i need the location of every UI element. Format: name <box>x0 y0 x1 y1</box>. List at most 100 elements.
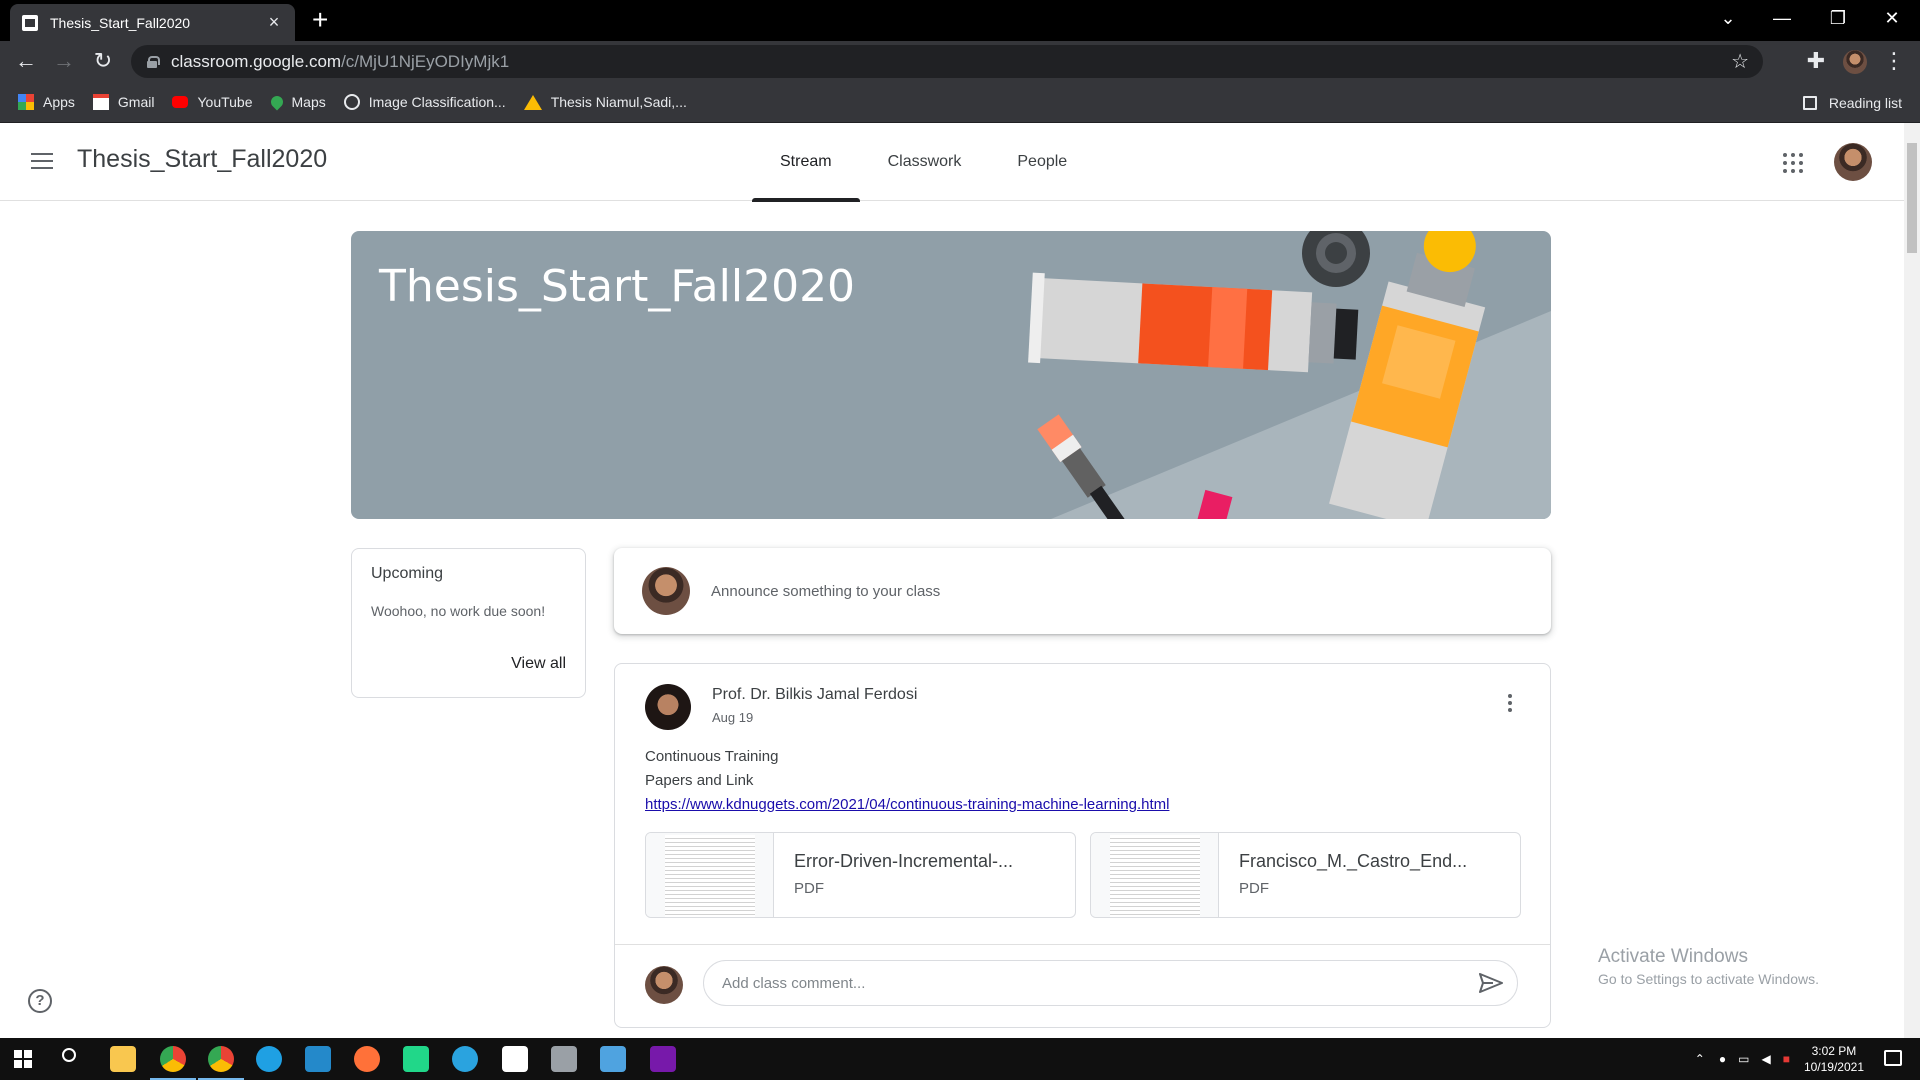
post-options-icon[interactable] <box>1508 694 1512 715</box>
tray-chevron-icon[interactable]: ⌃ <box>1695 1052 1705 1066</box>
tab-close-icon[interactable]: × <box>265 12 283 33</box>
bookmark-label: Gmail <box>117 94 155 110</box>
tab-title: Thesis_Start_Fall2020 <box>50 14 191 31</box>
view-all-link[interactable]: View all <box>511 655 566 673</box>
bookmark-label: Image Classification... <box>368 94 506 110</box>
windows-taskbar: ⌃ ● ▭ ◀ ■ 3:02 PM 10/19/2021 <box>0 1038 1920 1080</box>
lock-icon[interactable] <box>147 55 160 68</box>
announce-placeholder[interactable]: Announce something to your class <box>711 583 940 600</box>
notion-icon[interactable] <box>502 1046 528 1072</box>
minimize-button[interactable]: — <box>1754 0 1810 36</box>
tab-search-icon[interactable]: ⌄ <box>1700 0 1756 36</box>
globe-icon <box>343 94 360 110</box>
announce-box[interactable]: Announce something to your class <box>614 548 1551 634</box>
browser-menu-icon[interactable]: ⋮ <box>1882 49 1906 73</box>
google-drive-icon <box>523 94 542 110</box>
bookmark-thesis-drive[interactable]: Thesis Niamul,Sadi,... <box>523 94 687 110</box>
tray-app-icon[interactable]: ■ <box>1783 1052 1790 1066</box>
attachment-type: PDF <box>1239 880 1269 897</box>
edge-icon[interactable] <box>256 1046 282 1072</box>
back-arrow-icon[interactable]: ← <box>14 49 38 73</box>
bookmark-label: YouTube <box>197 94 253 110</box>
class-comment-input[interactable]: Add class comment... <box>703 960 1518 1006</box>
extensions-puzzle-icon[interactable]: ✚ <box>1804 49 1828 73</box>
new-tab-button[interactable]: + <box>312 6 328 34</box>
attachment-card[interactable]: Francisco_M._Castro_End... PDF <box>1090 832 1521 918</box>
chrome-icon[interactable] <box>150 1046 196 1080</box>
reading-list-label: Reading list <box>1828 94 1902 111</box>
vscode-icon[interactable] <box>305 1046 331 1072</box>
firefox-icon[interactable] <box>354 1046 380 1072</box>
maps-pin-icon <box>268 93 285 111</box>
telegram-icon[interactable] <box>452 1046 478 1072</box>
bookmark-gmail[interactable]: Gmail <box>92 94 155 110</box>
restore-button[interactable]: ❐ <box>1810 0 1866 36</box>
watermark-line1: Activate Windows <box>1598 946 1748 967</box>
bookmark-youtube[interactable]: YouTube <box>172 94 253 110</box>
gmail-icon <box>92 94 109 110</box>
tab-people[interactable]: People <box>989 123 1095 201</box>
volume-icon[interactable]: ◀ <box>1761 1052 1770 1066</box>
system-tray: ⌃ ● ▭ ◀ ■ 3:02 PM 10/19/2021 <box>1695 1038 1864 1080</box>
profile-avatar[interactable] <box>1843 50 1867 74</box>
activate-windows-watermark: Activate Windows Go to Settings to activ… <box>1598 946 1819 987</box>
windows-start-icon[interactable] <box>14 1050 32 1068</box>
post-line: Continuous Training <box>645 748 779 765</box>
class-title[interactable]: Thesis_Start_Fall2020 <box>77 145 327 174</box>
author-avatar <box>645 684 691 730</box>
calculator-icon[interactable] <box>600 1046 626 1072</box>
post-link[interactable]: https://www.kdnuggets.com/2021/04/contin… <box>645 796 1169 813</box>
bookmark-label: Maps <box>291 94 326 110</box>
attachment-type: PDF <box>794 880 824 897</box>
post-date[interactable]: Aug 19 <box>712 710 753 725</box>
app-icon[interactable] <box>551 1046 577 1072</box>
browser-toolbar: ← → ↻ classroom.google.com/c/MjU1NjEyODI… <box>0 41 1920 82</box>
network-icon[interactable]: ▭ <box>1738 1052 1749 1066</box>
bookmark-label: Apps <box>43 94 75 110</box>
attachment-card[interactable]: Error-Driven-Incremental-... PDF <box>645 832 1076 918</box>
browser-tab[interactable]: Thesis_Start_Fall2020 × <box>10 4 295 41</box>
comment-placeholder: Add class comment... <box>722 974 866 992</box>
bookmark-image-classification[interactable]: Image Classification... <box>343 94 506 110</box>
account-avatar[interactable] <box>1834 143 1872 181</box>
pycharm-icon[interactable] <box>403 1046 429 1072</box>
classroom-page: Thesis_Start_Fall2020 Stream Classwork P… <box>0 123 1904 1038</box>
help-icon[interactable]: ? <box>28 989 52 1013</box>
pdf-thumbnail <box>1091 833 1219 917</box>
close-window-button[interactable]: ✕ <box>1864 0 1920 36</box>
bookmarks-bar: Apps Gmail YouTube Maps Image Classifica… <box>0 82 1920 123</box>
class-banner: Thesis_Start_Fall2020 <box>351 231 1551 519</box>
apps-grid-icon <box>18 94 34 110</box>
file-explorer-icon[interactable] <box>110 1046 136 1072</box>
post-divider <box>615 944 1550 945</box>
bookmark-label: Thesis Niamul,Sadi,... <box>550 94 687 110</box>
forward-arrow-icon[interactable]: → <box>52 49 76 73</box>
bookmark-star-icon[interactable]: ☆ <box>1731 49 1749 74</box>
clock[interactable]: 3:02 PM 10/19/2021 <box>1804 1043 1864 1075</box>
reading-list-icon <box>1802 95 1817 110</box>
reading-list-button[interactable]: Reading list <box>1802 82 1902 123</box>
send-icon[interactable] <box>1479 973 1503 993</box>
bookmark-apps[interactable]: Apps <box>18 94 75 110</box>
search-icon[interactable] <box>62 1048 76 1062</box>
tab-classwork[interactable]: Classwork <box>860 123 990 201</box>
class-tabs: Stream Classwork People <box>752 123 1095 202</box>
post-author: Prof. Dr. Bilkis Jamal Ferdosi <box>712 686 918 703</box>
microphone-icon[interactable]: ● <box>1719 1052 1726 1066</box>
reload-icon[interactable]: ↻ <box>91 49 115 73</box>
clock-date: 10/19/2021 <box>1803 1060 1864 1074</box>
chrome-profile-icon[interactable] <box>198 1046 244 1080</box>
tab-stream[interactable]: Stream <box>752 123 860 202</box>
bookmark-maps[interactable]: Maps <box>268 93 326 111</box>
notification-icon[interactable] <box>1884 1050 1902 1066</box>
address-bar[interactable]: classroom.google.com/c/MjU1NjEyODIyMjk1 … <box>131 45 1763 78</box>
scrollbar-thumb[interactable] <box>1907 143 1917 253</box>
upcoming-title: Upcoming <box>371 565 444 582</box>
main-menu-icon[interactable] <box>31 153 53 169</box>
banner-title[interactable]: Thesis_Start_Fall2020 <box>379 261 855 312</box>
google-apps-icon[interactable] <box>1783 153 1803 173</box>
youtube-icon <box>172 96 189 108</box>
browser-titlebar: Thesis_Start_Fall2020 × + ⌄ — ❐ ✕ <box>0 0 1920 41</box>
onenote-icon[interactable] <box>650 1046 676 1072</box>
page-scrollbar[interactable] <box>1904 123 1920 1038</box>
